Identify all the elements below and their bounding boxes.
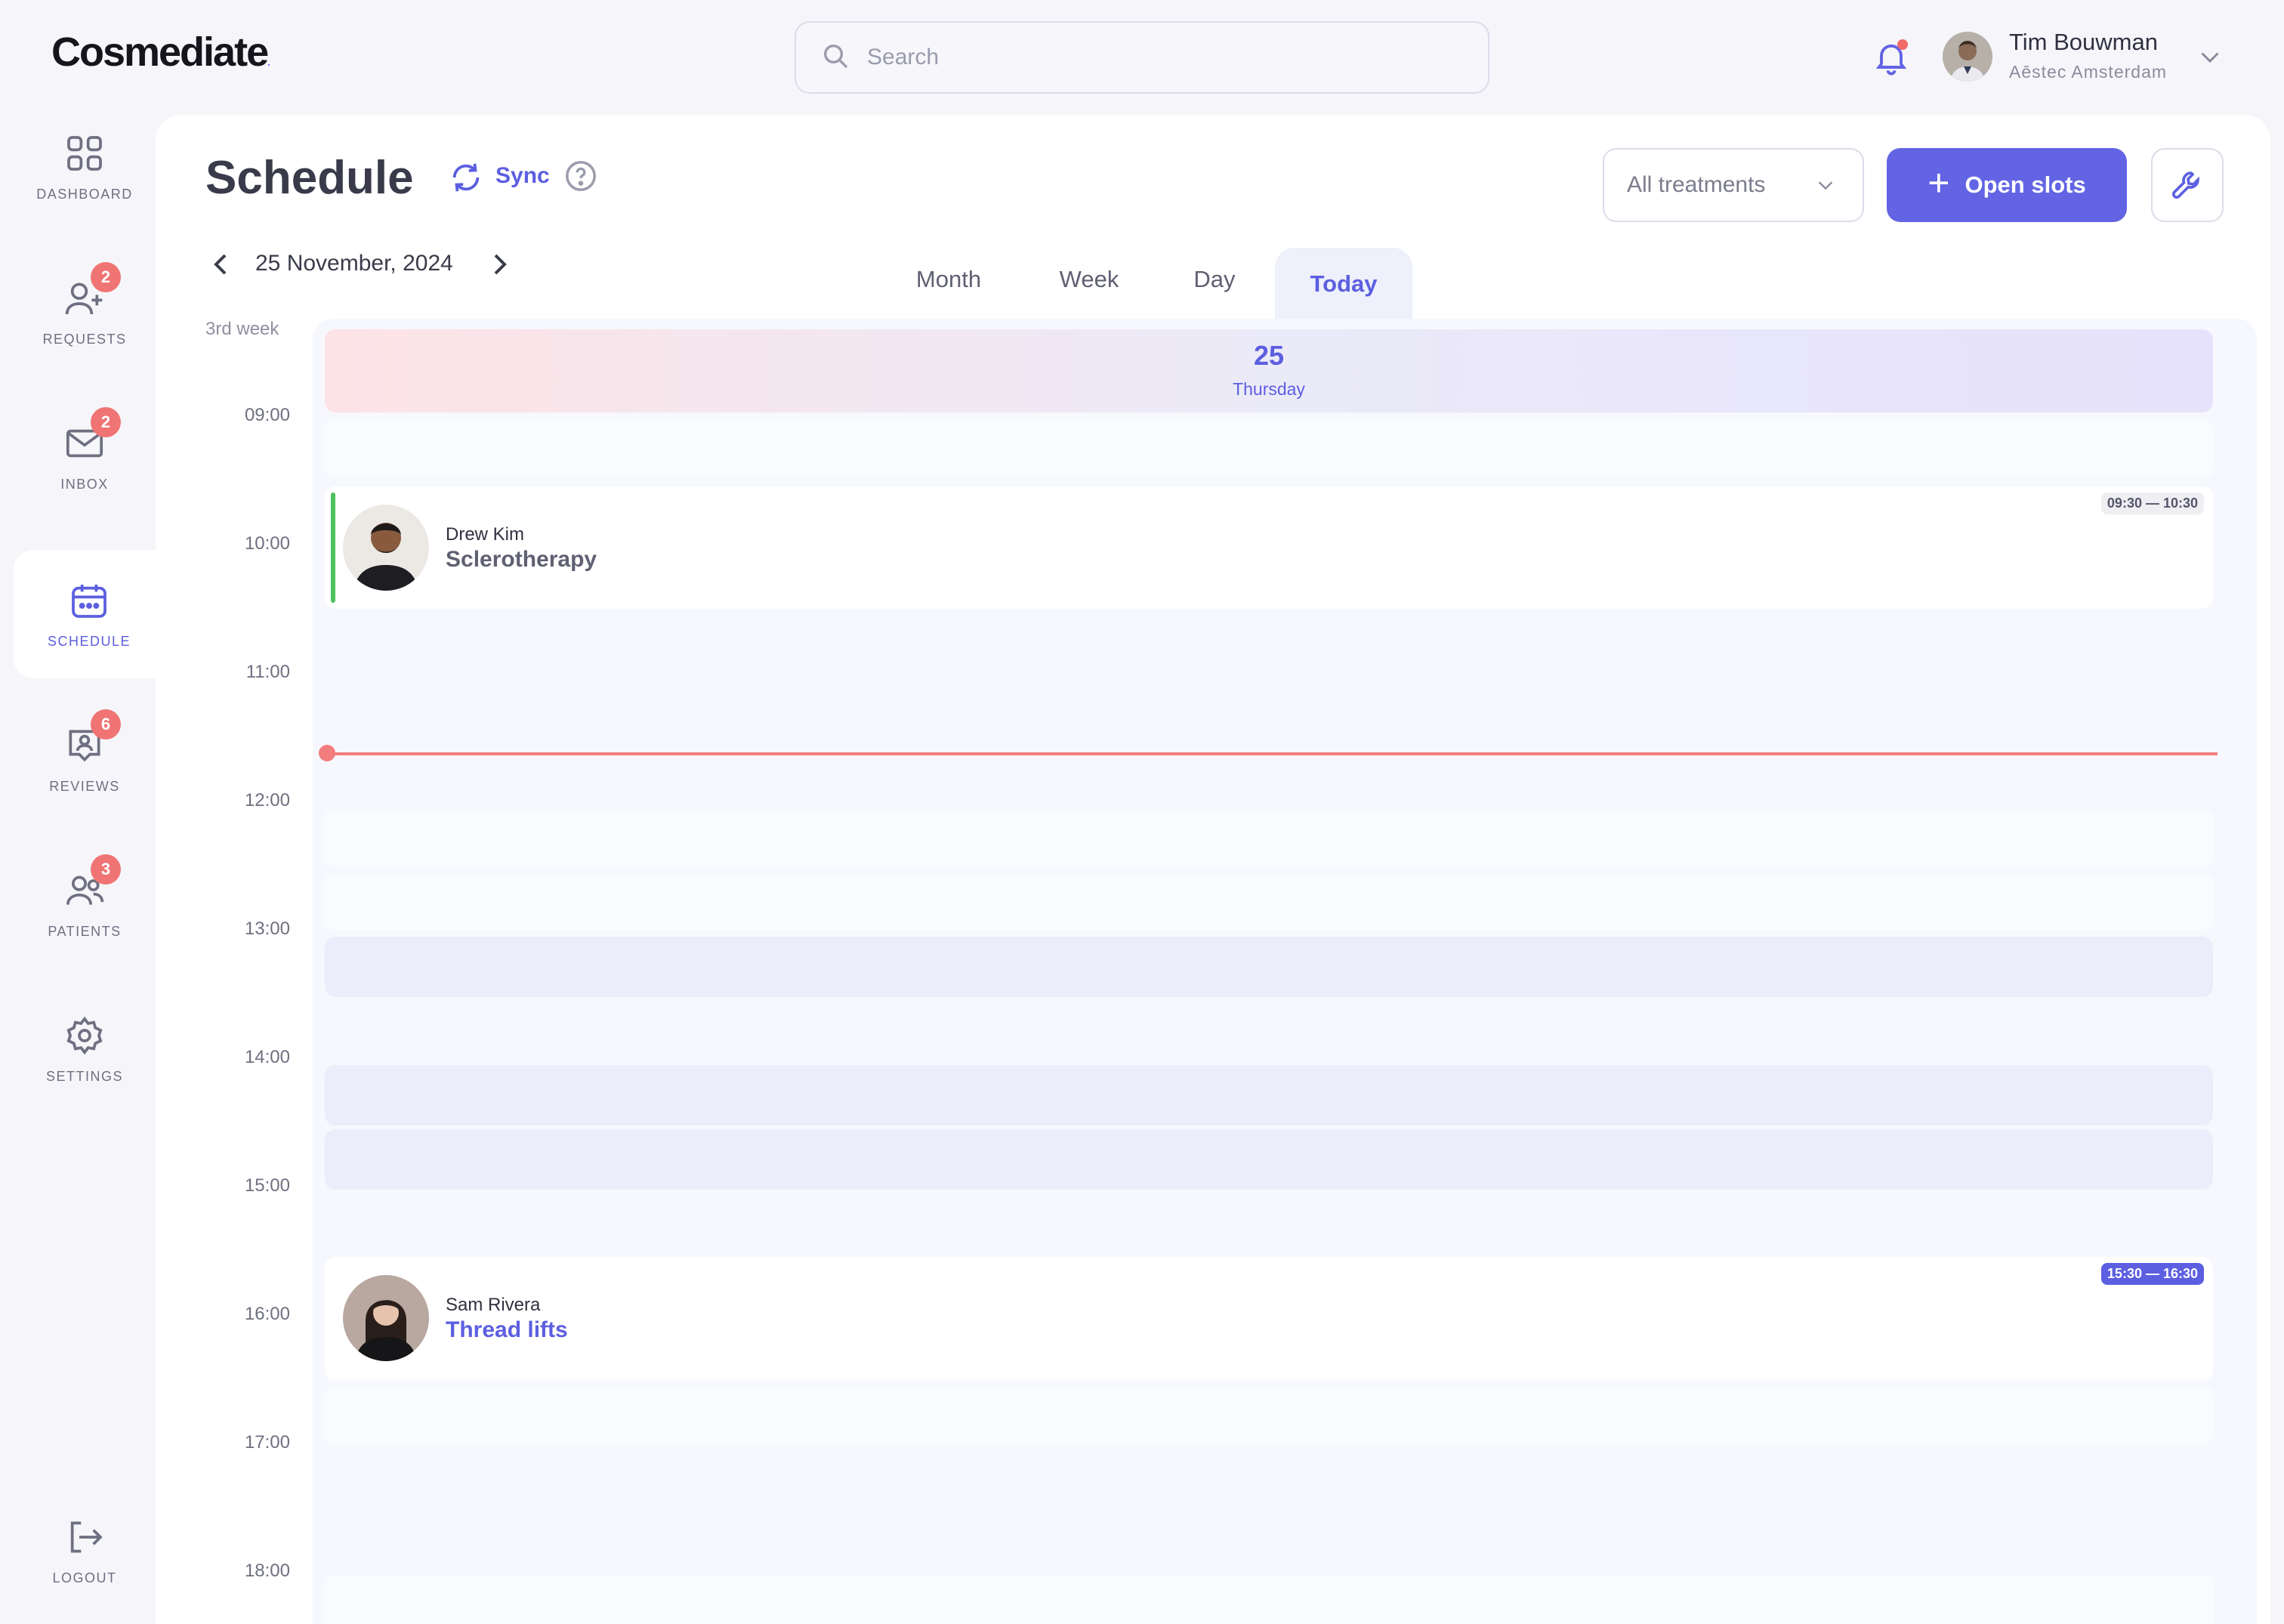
inbox-badge: 2 bbox=[91, 406, 121, 437]
next-date-button[interactable] bbox=[486, 249, 514, 279]
day-number: 25 bbox=[1253, 340, 1285, 371]
appointment-time-badge: 09:30 — 10:30 bbox=[2100, 492, 2204, 514]
open-slots-button[interactable]: + Open slots bbox=[1887, 148, 2127, 222]
notification-dot bbox=[1897, 39, 1908, 50]
help-icon[interactable] bbox=[563, 159, 598, 193]
user-organization: Aēstec Amsterdam bbox=[2009, 62, 2168, 82]
sidebar-item-label: PATIENTS bbox=[48, 923, 122, 939]
users-icon: 3 bbox=[63, 854, 121, 912]
tab-week[interactable]: Week bbox=[1044, 249, 1134, 310]
previous-date-button[interactable] bbox=[207, 249, 234, 279]
week-label: 3rd week bbox=[205, 319, 279, 339]
user-name[interactable]: Tim Bouwman bbox=[2009, 29, 2158, 56]
time-label: 18:00 bbox=[244, 1561, 290, 1581]
day-calendar: 25 Thursday Drew Kim Sclerotherapy 09:30… bbox=[313, 319, 2257, 1624]
logout-icon bbox=[63, 1516, 106, 1558]
reviews-badge: 6 bbox=[91, 709, 121, 739]
time-label: 16:00 bbox=[244, 1304, 290, 1324]
notification-bell-icon[interactable] bbox=[1872, 38, 1911, 77]
page-title: Schedule bbox=[205, 152, 414, 204]
sidebar-item-patients[interactable]: 3 PATIENTS bbox=[14, 840, 156, 968]
blocked-slot[interactable] bbox=[325, 1065, 2213, 1125]
time-label: 12:00 bbox=[244, 790, 290, 810]
time-label: 14:00 bbox=[244, 1047, 290, 1067]
tab-day[interactable]: Day bbox=[1177, 249, 1252, 310]
sync-icon[interactable] bbox=[449, 160, 483, 195]
appointment-card[interactable]: Sam Rivera Thread lifts 15:30 — 16:30 bbox=[325, 1257, 2213, 1379]
calendar-icon bbox=[68, 579, 110, 622]
time-label: 17:00 bbox=[244, 1432, 290, 1453]
sidebar-item-label: SETTINGS bbox=[45, 1068, 123, 1084]
treatment-name: Thread lifts bbox=[446, 1317, 568, 1342]
appointment-time-badge: 15:30 — 16:30 bbox=[2100, 1263, 2204, 1285]
chevron-down-icon bbox=[1818, 181, 1833, 190]
patient-avatar bbox=[343, 1275, 429, 1361]
sidebar-item-label: INBOX bbox=[60, 476, 109, 492]
time-slot[interactable] bbox=[325, 420, 2213, 477]
current-date-label: 25 November, 2024 bbox=[255, 251, 453, 276]
sidebar-item-requests[interactable]: 2 REQUESTS bbox=[14, 248, 156, 376]
sidebar-item-label: REQUESTS bbox=[42, 331, 127, 347]
plus-icon: + bbox=[1928, 162, 1950, 204]
time-label: 13:00 bbox=[244, 919, 290, 939]
patient-name: Drew Kim bbox=[446, 524, 525, 545]
search-box[interactable] bbox=[795, 21, 1489, 94]
app-logo[interactable]: Cosmediate. bbox=[51, 29, 270, 76]
sidebar-item-label: SCHEDULE bbox=[47, 633, 131, 649]
time-label: 11:00 bbox=[245, 662, 290, 682]
tab-today[interactable]: Today bbox=[1275, 248, 1412, 320]
user-plus-icon: 2 bbox=[63, 261, 121, 320]
tab-month[interactable]: Month bbox=[897, 249, 1000, 310]
treatment-name: Sclerotherapy bbox=[446, 547, 597, 572]
time-slot[interactable] bbox=[325, 1576, 2213, 1624]
time-label: 10:00 bbox=[244, 533, 290, 554]
gear-icon bbox=[63, 1014, 106, 1057]
blocked-slot[interactable] bbox=[325, 1129, 2213, 1190]
grid-icon bbox=[63, 132, 106, 174]
sidebar-item-dashboard[interactable]: DASHBOARD bbox=[14, 103, 156, 231]
search-input[interactable] bbox=[867, 45, 1441, 70]
main-panel: Schedule Sync All treatments + Open slot… bbox=[156, 115, 2270, 1624]
current-time-line bbox=[325, 752, 2218, 755]
patient-avatar bbox=[343, 505, 429, 591]
patient-name: Sam Rivera bbox=[446, 1295, 541, 1315]
sidebar-item-settings[interactable]: SETTINGS bbox=[14, 985, 156, 1113]
day-name: Thursday bbox=[1233, 379, 1305, 399]
time-slot[interactable] bbox=[325, 873, 2213, 931]
search-icon bbox=[820, 41, 850, 75]
sidebar-item-inbox[interactable]: 2 INBOX bbox=[14, 393, 156, 521]
blocked-slot[interactable] bbox=[325, 937, 2213, 997]
day-header: 25 Thursday bbox=[325, 329, 2213, 412]
patients-badge: 3 bbox=[91, 854, 121, 885]
tools-button[interactable] bbox=[2151, 148, 2224, 222]
time-label: 09:00 bbox=[244, 405, 290, 425]
time-label: 15:00 bbox=[244, 1175, 290, 1196]
sidebar-item-label: REVIEWS bbox=[49, 778, 120, 794]
wrench-icon bbox=[2172, 171, 2199, 199]
user-avatar[interactable] bbox=[1943, 32, 1992, 82]
time-slot[interactable] bbox=[325, 810, 2213, 867]
treatment-filter-select[interactable]: All treatments bbox=[1603, 148, 1864, 222]
logout-label: LOGOUT bbox=[52, 1570, 117, 1585]
logout-button[interactable]: LOGOUT bbox=[14, 1487, 156, 1615]
sidebar-item-schedule[interactable]: SCHEDULE bbox=[14, 550, 165, 678]
mail-icon: 2 bbox=[63, 406, 121, 465]
requests-badge: 2 bbox=[91, 261, 121, 292]
review-icon: 6 bbox=[63, 709, 121, 767]
appointment-card[interactable]: Drew Kim Sclerotherapy 09:30 — 10:30 bbox=[325, 486, 2213, 609]
time-slot[interactable] bbox=[325, 1387, 2213, 1444]
status-bar bbox=[331, 492, 335, 603]
sidebar-item-label: DASHBOARD bbox=[36, 186, 133, 202]
open-slots-label: Open slots bbox=[1965, 171, 2086, 198]
sync-button[interactable]: Sync bbox=[495, 163, 550, 189]
sidebar-item-reviews[interactable]: 6 REVIEWS bbox=[14, 695, 156, 823]
treatment-filter-value: All treatments bbox=[1627, 172, 1766, 197]
chevron-down-icon[interactable] bbox=[2196, 45, 2224, 68]
